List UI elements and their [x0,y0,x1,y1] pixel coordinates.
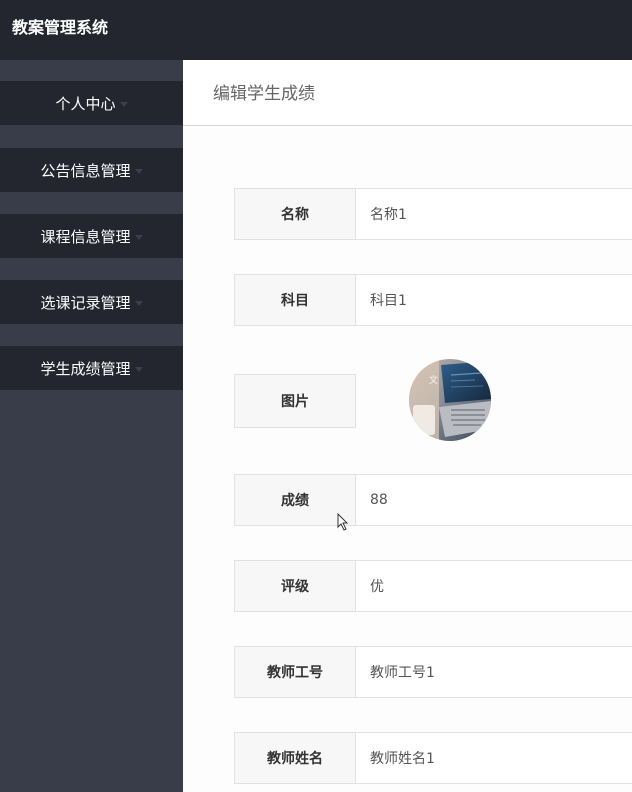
teacher-name-label: 教师姓名 [234,732,356,784]
subject-label: 科目 [234,274,356,326]
image-label: 图片 [234,374,356,428]
chevron-down-icon [134,300,143,306]
svg-text:文: 文 [429,374,438,386]
grade-field[interactable] [356,560,632,612]
page-title: 编辑学生成绩 [213,84,315,104]
teacher-name-field[interactable] [356,732,632,784]
app-title: 教案管理系统 [12,18,109,37]
image-avatar[interactable]: 文 [409,359,491,441]
score-field[interactable] [356,474,632,526]
sidebar-item-label: 学生成绩管理 [40,359,131,378]
sidebar-item-label: 公告信息管理 [40,161,131,180]
chevron-down-icon [134,366,143,372]
chevron-down-icon [134,168,143,174]
sidebar-item-course[interactable]: 课程信息管理 [0,214,183,258]
sidebar-item-student-scores[interactable]: 学生成绩管理 [0,346,183,390]
sidebar: 个人中心 公告信息管理 课程信息管理 选课记录管理 学生成绩管理 [0,60,183,792]
laptop-photo-icon: 文 [409,359,491,441]
sidebar-item-personal-center[interactable]: 个人中心 [0,81,183,125]
sidebar-item-label: 个人中心 [55,94,116,113]
sidebar-item-label: 课程信息管理 [40,227,131,246]
main-content: 编辑学生成绩 名称 科目 图片 [183,60,632,792]
subject-field[interactable] [356,274,632,326]
teacher-id-label: 教师工号 [234,646,356,698]
sidebar-item-label: 选课记录管理 [40,293,131,312]
teacher-id-field[interactable] [356,646,632,698]
page-header: 编辑学生成绩 [183,60,632,126]
sidebar-item-announcement[interactable]: 公告信息管理 [0,148,183,192]
name-label: 名称 [234,188,356,240]
chevron-down-icon [119,101,128,107]
top-bar: 教案管理系统 [0,0,632,60]
sidebar-item-enrollment[interactable]: 选课记录管理 [0,280,183,324]
chevron-down-icon [134,234,143,240]
mouse-cursor-icon [337,513,349,531]
name-field[interactable] [356,188,632,240]
grade-label: 评级 [234,560,356,612]
